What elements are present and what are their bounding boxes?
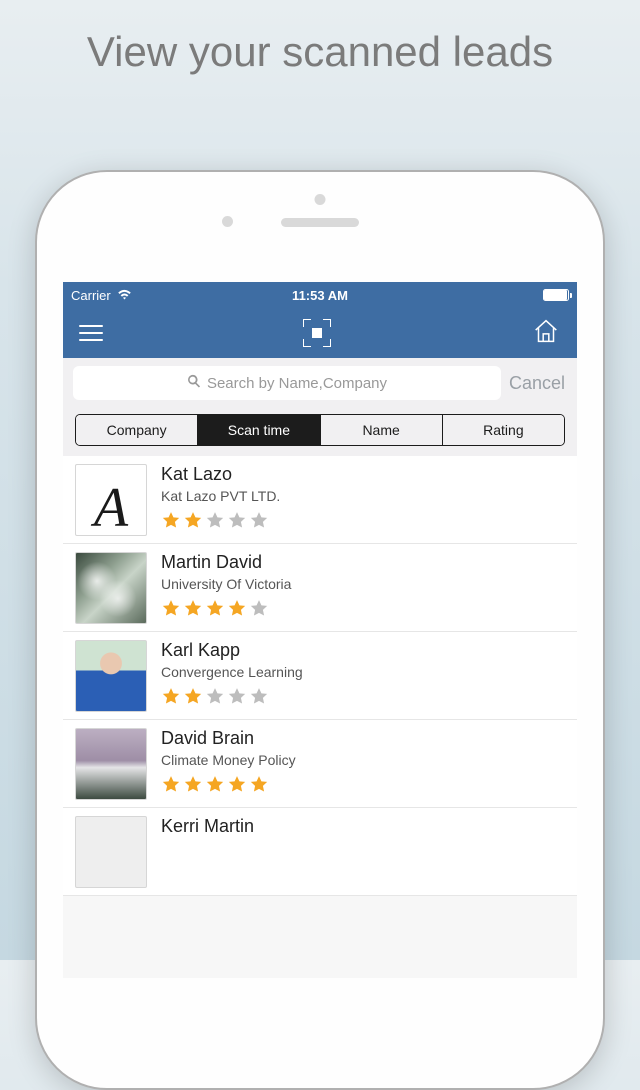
star-filled-icon — [161, 510, 181, 535]
sort-segment: CompanyScan timeNameRating — [75, 414, 565, 446]
lead-row[interactable]: Karl Kapp Convergence Learning — [63, 632, 577, 720]
lead-company: Kat Lazo PVT LTD. — [161, 488, 565, 504]
sort-tab-scan-time[interactable]: Scan time — [198, 415, 320, 445]
avatar — [75, 552, 147, 624]
lead-info: Kat Lazo Kat Lazo PVT LTD. — [161, 464, 565, 535]
star-filled-icon — [183, 774, 203, 799]
lead-info: Karl Kapp Convergence Learning — [161, 640, 565, 711]
lead-info: David Brain Climate Money Policy — [161, 728, 565, 799]
lead-info: Kerri Martin — [161, 816, 565, 840]
lead-row[interactable]: Martin David University Of Victoria — [63, 544, 577, 632]
avatar: A — [75, 464, 147, 536]
star-empty-icon — [227, 686, 247, 711]
wifi-icon — [117, 288, 132, 303]
lead-name: Kerri Martin — [161, 816, 565, 837]
search-placeholder: Search by Name,Company — [207, 375, 387, 392]
rating-stars — [161, 774, 565, 799]
star-filled-icon — [205, 598, 225, 623]
star-filled-icon — [183, 598, 203, 623]
star-empty-icon — [205, 686, 225, 711]
star-filled-icon — [205, 774, 225, 799]
phone-camera — [222, 216, 233, 227]
lead-company: Convergence Learning — [161, 664, 565, 680]
star-empty-icon — [205, 510, 225, 535]
battery-icon — [543, 289, 569, 301]
lead-row[interactable]: David Brain Climate Money Policy — [63, 720, 577, 808]
star-filled-icon — [183, 510, 203, 535]
phone-frame: Carrier 11:53 AM — [35, 170, 605, 1090]
search-row: Search by Name,Company Cancel — [63, 358, 577, 408]
star-filled-icon — [161, 598, 181, 623]
lead-name: Martin David — [161, 552, 565, 573]
sort-segment-wrap: CompanyScan timeNameRating — [63, 408, 577, 456]
lead-row[interactable]: Kerri Martin — [63, 808, 577, 896]
search-icon — [187, 374, 201, 392]
star-empty-icon — [249, 510, 269, 535]
sort-tab-rating[interactable]: Rating — [443, 415, 564, 445]
sort-tab-name[interactable]: Name — [321, 415, 443, 445]
star-empty-icon — [249, 598, 269, 623]
nav-bar — [63, 308, 577, 358]
rating-stars — [161, 686, 565, 711]
scan-icon[interactable] — [303, 319, 331, 347]
star-filled-icon — [161, 774, 181, 799]
search-input[interactable]: Search by Name,Company — [73, 366, 501, 400]
avatar — [75, 640, 147, 712]
sort-tab-company[interactable]: Company — [76, 415, 198, 445]
star-filled-icon — [183, 686, 203, 711]
status-time: 11:53 AM — [292, 288, 348, 303]
marketing-title: View your scanned leads — [0, 0, 640, 94]
lead-info: Martin David University Of Victoria — [161, 552, 565, 623]
star-empty-icon — [227, 510, 247, 535]
menu-icon[interactable] — [79, 325, 103, 341]
lead-name: Kat Lazo — [161, 464, 565, 485]
cancel-button[interactable]: Cancel — [509, 373, 569, 394]
rating-stars — [161, 598, 565, 623]
app-screen: Carrier 11:53 AM — [63, 282, 577, 978]
star-filled-icon — [249, 774, 269, 799]
star-filled-icon — [227, 598, 247, 623]
phone-speaker — [281, 218, 359, 227]
avatar — [75, 728, 147, 800]
home-icon[interactable] — [531, 316, 561, 351]
carrier-label: Carrier — [71, 288, 111, 303]
star-filled-icon — [161, 686, 181, 711]
status-bar: Carrier 11:53 AM — [63, 282, 577, 308]
lead-row[interactable]: A Kat Lazo Kat Lazo PVT LTD. — [63, 456, 577, 544]
avatar — [75, 816, 147, 888]
star-filled-icon — [227, 774, 247, 799]
phone-sensor — [315, 194, 326, 205]
star-empty-icon — [249, 686, 269, 711]
leads-list: A Kat Lazo Kat Lazo PVT LTD. Martin David Un… — [63, 456, 577, 896]
lead-company: Climate Money Policy — [161, 752, 565, 768]
lead-name: David Brain — [161, 728, 565, 749]
lead-company: University Of Victoria — [161, 576, 565, 592]
lead-name: Karl Kapp — [161, 640, 565, 661]
rating-stars — [161, 510, 565, 535]
